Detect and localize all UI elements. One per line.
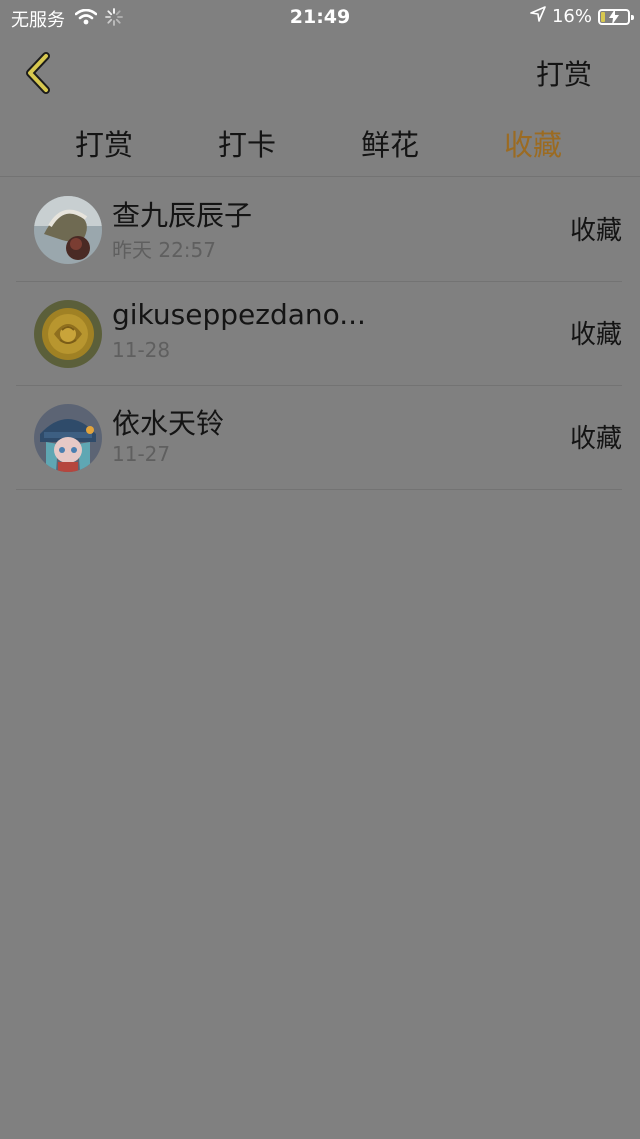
location-arrow-icon (530, 6, 546, 27)
avatar (34, 300, 102, 368)
item-action-label: 收藏 (569, 216, 622, 246)
tab-flowers[interactable]: 鲜花 (330, 122, 450, 164)
status-right: 16% (530, 6, 634, 27)
tab-bar: 打赏 打卡 鲜花 收藏 (0, 114, 640, 177)
chevron-left-icon (24, 52, 64, 100)
item-name: gikuseppezdano... (112, 298, 366, 331)
item-name: 查九辰辰子 (112, 199, 253, 232)
nav-bar: 打赏 (0, 36, 640, 110)
list-item[interactable]: gikuseppezdano... 11-28 收藏 (16, 282, 622, 386)
favorites-list: 查九辰辰子 昨天 22:57 收藏 gikuseppezdano... 11-2… (0, 178, 640, 490)
tab-favorites[interactable]: 收藏 (473, 122, 593, 164)
item-action-label: 收藏 (569, 320, 622, 350)
item-name: 依水天铃 (112, 407, 225, 440)
item-time: 11-27 (112, 442, 171, 466)
item-time: 昨天 22:57 (112, 238, 216, 262)
battery-cap (631, 14, 634, 20)
status-bar: 无服务 21:49 16% (0, 0, 640, 36)
avatar (34, 196, 102, 264)
tab-checkin[interactable]: 打卡 (187, 122, 307, 164)
reward-nav-button[interactable]: 打赏 (536, 53, 592, 93)
list-item[interactable]: 查九辰辰子 昨天 22:57 收藏 (16, 178, 622, 282)
charging-bolt-icon (608, 8, 620, 30)
item-action-label: 收藏 (569, 424, 622, 454)
back-button[interactable] (24, 52, 64, 96)
list-item[interactable]: 依水天铃 11-27 收藏 (16, 386, 622, 490)
tab-reward[interactable]: 打赏 (44, 122, 164, 164)
avatar (34, 404, 102, 472)
battery-percent: 16% (551, 6, 592, 27)
battery-icon (598, 8, 634, 25)
item-time: 11-28 (112, 338, 171, 362)
battery-fill (601, 11, 605, 22)
